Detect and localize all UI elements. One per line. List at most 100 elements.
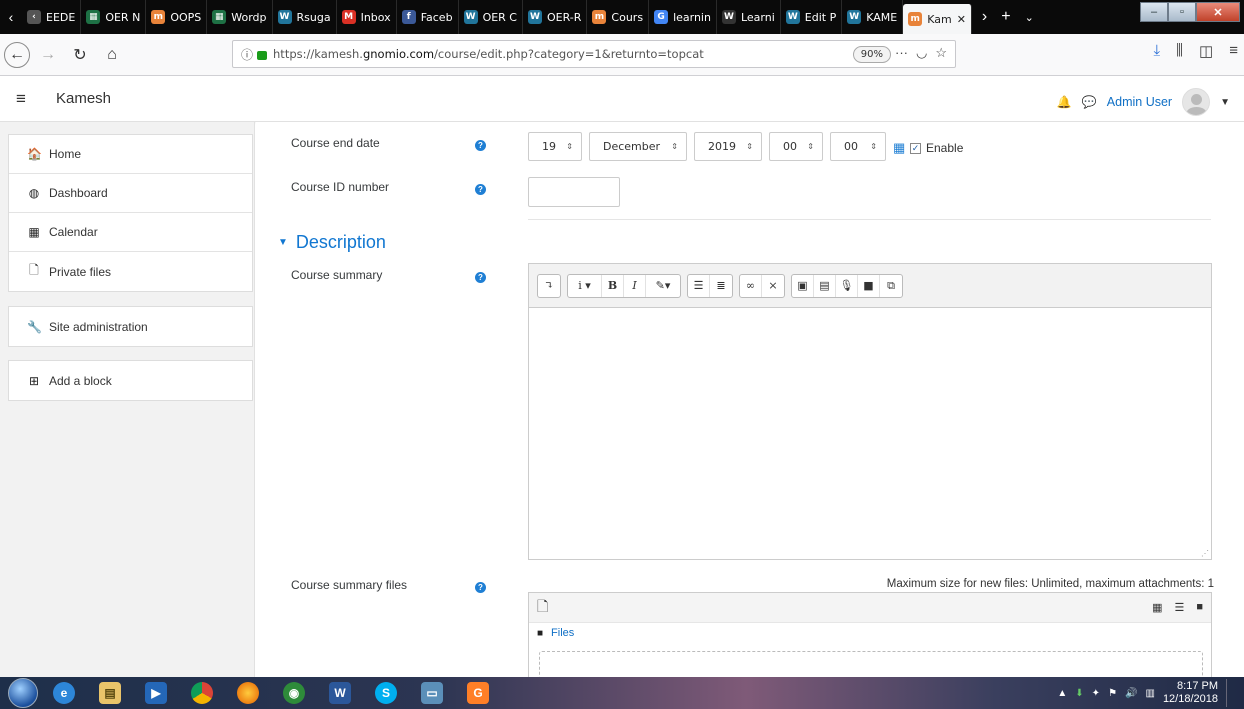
browser-tab[interactable]: W Learni bbox=[717, 0, 781, 34]
browser-tab[interactable]: M Inbox bbox=[337, 0, 397, 34]
library-icon[interactable]: ⫼ bbox=[1176, 42, 1183, 60]
back-button[interactable]: ← bbox=[4, 41, 30, 68]
network-icon[interactable]: ▥ bbox=[1145, 688, 1154, 699]
browser-tab[interactable]: Glearnin bbox=[649, 0, 717, 34]
list-view-icon[interactable]: ☰ bbox=[1174, 601, 1184, 614]
sidebar-item-add-a-block[interactable]: ⊞ Add a block bbox=[9, 361, 252, 400]
enable-checkbox[interactable]: ✓ bbox=[910, 143, 921, 154]
text-color-icon[interactable]: ✎▾ bbox=[646, 275, 680, 297]
more-actions-icon[interactable]: ··· bbox=[895, 45, 908, 61]
tab-scroll-left-button[interactable]: ‹ bbox=[0, 0, 22, 34]
site-name[interactable]: Kamesh bbox=[56, 90, 111, 107]
internet-explorer-icon[interactable]: e bbox=[44, 678, 84, 708]
add-file-icon[interactable]: 🗋 bbox=[537, 596, 548, 620]
bullet-list-icon[interactable]: ☰ bbox=[688, 274, 710, 297]
browser-tab[interactable]: m Cours bbox=[587, 0, 650, 34]
files-folder-link[interactable]: Files bbox=[551, 627, 574, 639]
list-all-tabs-button[interactable]: ⌄ bbox=[1025, 11, 1034, 24]
word-icon[interactable]: W bbox=[320, 678, 360, 708]
help-icon[interactable]: ? bbox=[475, 140, 486, 151]
bold-icon[interactable]: B bbox=[602, 274, 624, 297]
browser-tab[interactable]: W OER C bbox=[459, 0, 523, 34]
reload-button[interactable]: ↻ bbox=[66, 41, 94, 69]
new-tab-button[interactable]: + bbox=[1001, 8, 1010, 26]
zoom-badge[interactable]: 90% bbox=[852, 46, 891, 63]
tray-app-icon[interactable]: ⬇ bbox=[1075, 688, 1083, 699]
sidebar-item-calendar[interactable]: ▦ Calendar bbox=[9, 213, 252, 252]
user-name[interactable]: Admin User bbox=[1107, 95, 1172, 109]
messages-icon[interactable]: 💬 bbox=[1082, 95, 1097, 109]
close-tab-icon[interactable]: ✕ bbox=[957, 13, 966, 26]
italic-icon[interactable]: I bbox=[624, 274, 646, 297]
course-summary-editor[interactable]: ⋰ bbox=[528, 307, 1212, 560]
chrome-icon[interactable] bbox=[182, 678, 222, 708]
pdf-app-icon[interactable]: G bbox=[458, 678, 498, 708]
show-desktop-button[interactable] bbox=[1226, 679, 1236, 707]
resize-grip-icon[interactable]: ⋰ bbox=[1201, 549, 1209, 558]
help-icon[interactable]: ? bbox=[475, 582, 486, 593]
pocket-icon[interactable]: ◡ bbox=[916, 45, 927, 61]
browser-tab[interactable]: ▦ OER N bbox=[81, 0, 147, 34]
minimize-button[interactable]: – bbox=[1140, 2, 1168, 22]
caret-down-icon[interactable]: ▼ bbox=[1220, 97, 1230, 108]
sidebar-toggle-icon[interactable]: ◫ bbox=[1199, 42, 1213, 60]
end-month-select[interactable]: December ⇕ bbox=[589, 132, 687, 161]
calendar-picker-icon[interactable]: ▦ bbox=[893, 140, 905, 156]
icecream-app-icon[interactable]: ◉ bbox=[274, 678, 314, 708]
avatar[interactable] bbox=[1182, 88, 1211, 116]
start-button[interactable] bbox=[8, 678, 38, 708]
end-year-select[interactable]: 2019 ⇕ bbox=[694, 132, 762, 161]
browser-tab[interactable]: ▦ Wordp bbox=[207, 0, 273, 34]
skype-icon[interactable]: S bbox=[366, 678, 406, 708]
browser-tab[interactable]: W Rsuga bbox=[273, 0, 337, 34]
media-player-icon[interactable]: ▶ bbox=[136, 678, 176, 708]
dropbox-icon[interactable]: ✦ bbox=[1092, 688, 1100, 699]
grid-view-icon[interactable]: ▦ bbox=[1152, 601, 1162, 614]
show-more-buttons-icon[interactable]: ↴ bbox=[538, 275, 560, 297]
help-icon[interactable]: ? bbox=[475, 272, 486, 283]
close-window-button[interactable]: ✕ bbox=[1196, 2, 1240, 22]
description-section-header[interactable]: ▼ Description bbox=[278, 232, 386, 253]
microphone-icon[interactable]: 🎙 bbox=[836, 274, 858, 297]
browser-tab[interactable]: W Edit P bbox=[781, 0, 843, 34]
end-day-select[interactable]: 19 ⇕ bbox=[528, 132, 582, 161]
notification-bell-icon[interactable]: 🔔 bbox=[1057, 95, 1072, 109]
action-center-icon[interactable]: ⚑ bbox=[1108, 688, 1117, 699]
link-icon[interactable]: ∞ bbox=[740, 274, 762, 297]
clock[interactable]: 8:17 PM 12/18/2018 bbox=[1163, 680, 1218, 706]
file-explorer-icon[interactable]: ▤ bbox=[90, 678, 130, 708]
tab-scroll-right-button[interactable]: › bbox=[982, 8, 987, 26]
browser-tab[interactable]: W OER-R bbox=[523, 0, 588, 34]
download-icon[interactable]: ⤓ bbox=[1154, 42, 1161, 60]
browser-tab[interactable]: W KAME bbox=[842, 0, 904, 34]
firefox-icon[interactable] bbox=[228, 678, 268, 708]
browser-tab[interactable]: f Faceb bbox=[397, 0, 459, 34]
file-drop-zone[interactable] bbox=[539, 651, 1203, 677]
image-icon[interactable]: ▣ bbox=[792, 274, 814, 297]
manage-files-icon[interactable]: ⧉ bbox=[880, 275, 902, 297]
volume-icon[interactable]: 🔊 bbox=[1125, 688, 1137, 699]
photo-viewer-icon[interactable]: ▭ bbox=[412, 678, 452, 708]
unlink-icon[interactable]: ⨯ bbox=[762, 275, 784, 297]
info-icon[interactable]: ⓘ bbox=[241, 46, 253, 63]
sidebar-item-private-files[interactable]: 🗋 Private files bbox=[9, 252, 252, 291]
sidebar-item-home[interactable]: 🏠 Home bbox=[9, 135, 252, 174]
video-icon[interactable]: ■ bbox=[858, 274, 880, 297]
paragraph-style-icon[interactable]: i ▾ bbox=[568, 274, 602, 297]
numbered-list-icon[interactable]: ≣ bbox=[710, 275, 732, 297]
tab-active[interactable]: m Kam ✕ bbox=[903, 4, 972, 34]
end-hour-select[interactable]: 00 ⇕ bbox=[769, 132, 823, 161]
menu-toggle-icon[interactable]: ≡ bbox=[16, 89, 40, 109]
sidebar-item-dashboard[interactable]: ◍ Dashboard bbox=[9, 174, 252, 213]
help-icon[interactable]: ? bbox=[475, 184, 486, 195]
course-id-number-input[interactable] bbox=[528, 177, 620, 207]
url-text[interactable]: https://kamesh.gnomio.com/course/edit.ph… bbox=[273, 47, 704, 61]
tray-expand-icon[interactable]: ▲ bbox=[1057, 688, 1067, 699]
home-button[interactable]: ⌂ bbox=[98, 41, 126, 69]
sidebar-item-site-administration[interactable]: 🔧 Site administration bbox=[9, 307, 252, 346]
collapse-chevron-icon[interactable]: ▼ bbox=[278, 237, 288, 248]
media-icon[interactable]: ▤ bbox=[814, 274, 836, 297]
maximize-button[interactable]: ▫ bbox=[1168, 2, 1196, 22]
end-minute-select[interactable]: 00 ⇕ bbox=[830, 132, 886, 161]
browser-tab[interactable]: ‹ EEDE bbox=[22, 0, 82, 34]
